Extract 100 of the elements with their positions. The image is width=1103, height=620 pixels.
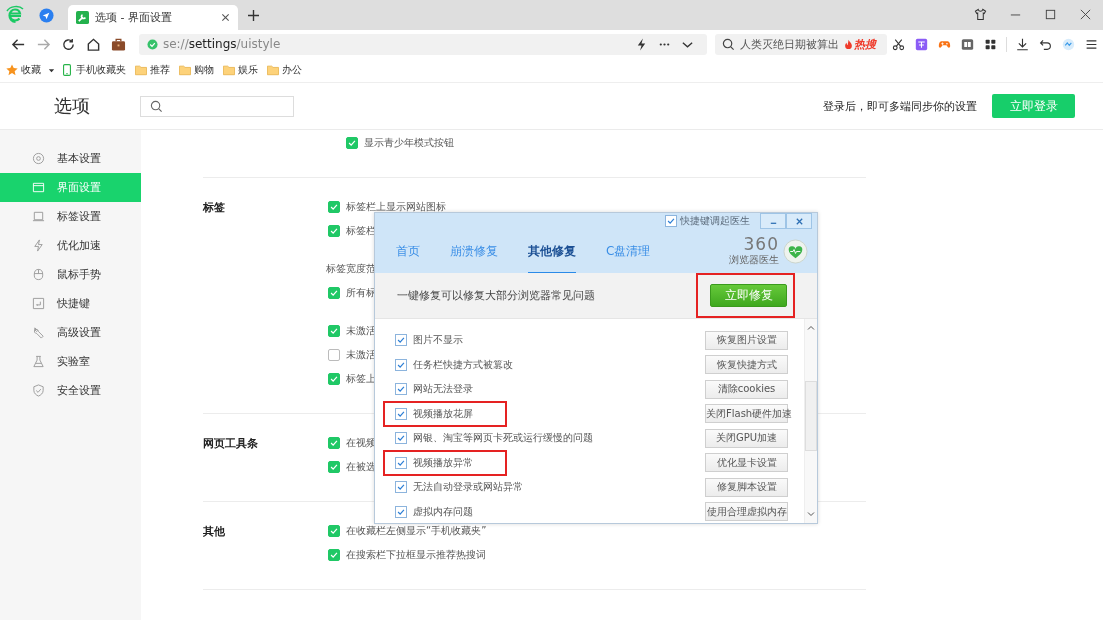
bookmark-item[interactable]: 娱乐 — [223, 63, 258, 77]
menu-icon[interactable] — [1085, 37, 1098, 51]
search-input[interactable]: 人类灭绝日期被算出 — [740, 38, 843, 50]
sync-icon[interactable] — [1062, 37, 1075, 51]
checkbox[interactable] — [395, 383, 407, 396]
bookmark-item[interactable]: 手机收藏夹 — [61, 63, 126, 77]
sidebar-item[interactable]: 基本设置 — [0, 144, 141, 173]
bookmark-item[interactable]: 购物 — [179, 63, 214, 77]
new-tab-icon[interactable] — [248, 10, 259, 21]
undo-icon[interactable] — [1039, 37, 1052, 51]
monitor-icon — [32, 210, 45, 223]
hot-label: 热搜 — [854, 36, 877, 52]
problem-label: 视频播放异常 — [413, 455, 473, 470]
flame-icon — [844, 38, 854, 50]
url-text: se://settings/uistyle — [162, 37, 281, 51]
option-label: 在搜索栏下拉框显示推荐热搜词 — [346, 548, 486, 562]
search-icon — [150, 99, 163, 113]
search-bar[interactable]: 人类灭绝日期被算出 热搜 — [715, 33, 888, 55]
bookmark-item[interactable]: 办公 — [267, 63, 302, 77]
checkbox[interactable] — [665, 215, 677, 227]
shirt-icon[interactable] — [974, 8, 987, 21]
checkbox[interactable] — [328, 437, 340, 449]
brand-subtitle: 浏览器医生 — [729, 252, 779, 267]
window-icon — [32, 181, 45, 194]
option-label: 所有标 — [346, 286, 376, 300]
checkbox[interactable] — [328, 201, 340, 213]
folder-icon — [179, 64, 191, 76]
checkbox[interactable] — [328, 461, 340, 473]
search-icon — [722, 37, 736, 51]
summary-text: 一键修复可以修复大部分浏览器常见问题 — [397, 288, 596, 303]
option-label: 标签栏上显示网站图标 — [346, 200, 446, 214]
scroll-up-icon[interactable] — [806, 323, 816, 333]
address-bar[interactable]: se://settings/uistyle — [138, 33, 708, 55]
problem-label: 网银、淘宝等网页卡死或运行缓慢的问题 — [413, 431, 593, 446]
sidebar-item[interactable]: 快捷键 — [0, 289, 141, 318]
checkbox[interactable] — [328, 373, 340, 385]
checkbox[interactable] — [395, 456, 407, 469]
fix-button[interactable]: 优化显卡设置 — [705, 453, 788, 473]
bookmark-item[interactable]: 收藏 — [6, 63, 41, 77]
home-icon[interactable] — [85, 36, 101, 52]
maximize-icon[interactable] — [1044, 8, 1057, 21]
scissors-icon[interactable] — [892, 37, 906, 51]
fix-button[interactable]: 恢复图片设置 — [705, 330, 788, 350]
folder-icon — [267, 64, 279, 76]
checkbox[interactable] — [395, 481, 407, 494]
checkbox[interactable] — [328, 287, 340, 299]
section-heading: 标签 — [203, 199, 225, 215]
scroll-down-icon[interactable] — [806, 509, 816, 519]
sidebar-item[interactable]: 鼠标手势 — [0, 260, 141, 289]
checkbox[interactable] — [346, 137, 358, 149]
page-title: 选项 — [54, 94, 91, 118]
star-icon — [6, 64, 18, 76]
reload-icon[interactable] — [60, 36, 76, 52]
sidebar-item[interactable]: 实验室 — [0, 347, 141, 376]
book-icon[interactable] — [961, 37, 975, 51]
phone-icon — [61, 64, 73, 76]
close-button[interactable] — [786, 213, 812, 229]
fix-button[interactable]: 关闭GPU加速 — [705, 428, 788, 448]
briefcase-icon[interactable] — [110, 36, 126, 52]
close-icon[interactable] — [221, 13, 230, 22]
fix-button[interactable]: 恢复快捷方式 — [705, 355, 788, 375]
fix-button[interactable]: 使用合理虚拟内存 — [705, 502, 788, 522]
mouse-icon — [32, 268, 45, 281]
login-hint: 登录后，即可多端同步你的设置 — [823, 98, 977, 114]
sidebar-item[interactable]: 标签设置 — [0, 202, 141, 231]
sidebar-item[interactable]: 安全设置 — [0, 376, 141, 405]
checkbox[interactable] — [328, 525, 340, 537]
scroll-thumb[interactable] — [805, 381, 817, 451]
close-icon[interactable] — [1079, 8, 1092, 21]
checkbox[interactable] — [328, 349, 340, 361]
sidebar-item[interactable]: 高级设置 — [0, 318, 141, 347]
navigation-icon[interactable] — [39, 8, 54, 23]
checkbox[interactable] — [395, 334, 407, 347]
download-icon[interactable] — [1016, 37, 1030, 51]
checkbox[interactable] — [328, 325, 340, 337]
translate-icon[interactable] — [915, 37, 929, 51]
problem-label: 视频播放花屏 — [413, 406, 473, 421]
keyboard-icon — [32, 297, 45, 310]
sidebar-item[interactable]: 优化加速 — [0, 231, 141, 260]
option-label: 快捷键调起医生 — [680, 214, 750, 228]
checkbox[interactable] — [395, 407, 407, 420]
section-heading: 其他 — [203, 523, 225, 539]
checkbox[interactable] — [328, 225, 340, 237]
checkbox[interactable] — [395, 358, 407, 371]
fix-button[interactable]: 清除cookies — [705, 379, 788, 399]
grid-icon[interactable] — [984, 37, 998, 51]
dropdown-caret-icon[interactable] — [48, 66, 55, 74]
checkbox[interactable] — [395, 432, 407, 445]
wrench-icon — [76, 11, 89, 24]
option-label: 显示青少年模式按钮 — [364, 136, 454, 150]
bookmark-item[interactable]: 推荐 — [135, 63, 170, 77]
scrollbar[interactable] — [804, 319, 817, 523]
browser-tab[interactable]: 选项 - 界面设置 — [68, 5, 238, 30]
flask-icon — [32, 355, 45, 368]
checkbox[interactable] — [328, 549, 340, 561]
problem-label: 网站无法登录 — [413, 382, 473, 397]
checkbox[interactable] — [395, 505, 407, 518]
option-label: 在收藏栏左侧显示“手机收藏夹” — [346, 524, 487, 538]
problem-label: 虚拟内存问题 — [413, 504, 473, 519]
fix-button[interactable]: 修复脚本设置 — [705, 477, 788, 497]
